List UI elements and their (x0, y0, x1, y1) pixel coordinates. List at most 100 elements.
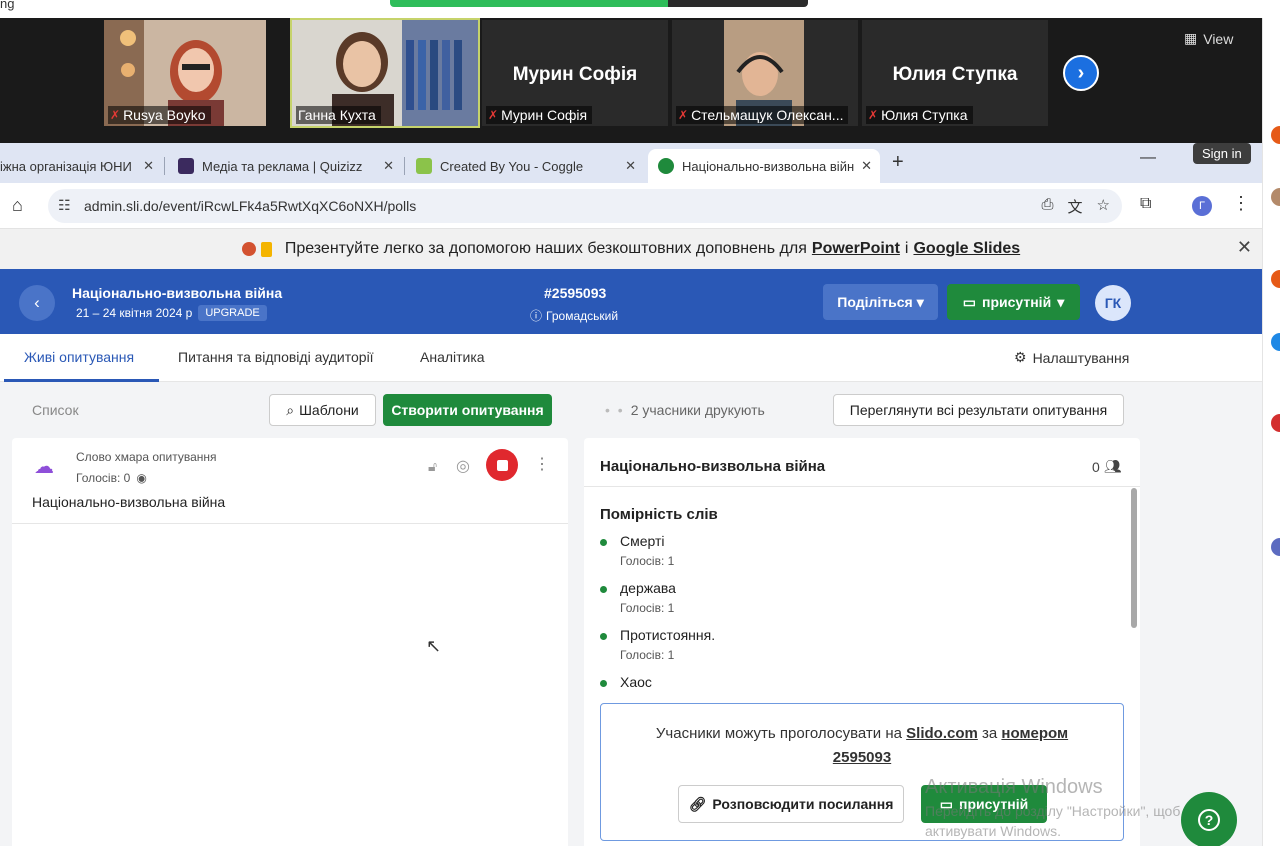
poll-type: Слово хмара опитування (76, 450, 217, 464)
search-icon: ⌕ (286, 401, 295, 418)
show-results-eye-icon[interactable]: ◎ (456, 456, 470, 476)
edge-indicator (1271, 333, 1280, 351)
word-frequency-heading: Помірність слів (600, 506, 718, 523)
cast-icon[interactable]: ⎙ (1042, 196, 1054, 217)
share-link-label: Розповсюдити посилання (712, 796, 894, 812)
edge-indicator (1271, 126, 1280, 144)
word-text: держава (620, 580, 676, 596)
google-slides-link[interactable]: Google Slides (913, 240, 1020, 258)
poll-item[interactable]: ☁ Слово хмара опитування Голосів: 0 ◉ На… (12, 438, 568, 524)
event-title: Національно-визвольна війна (72, 285, 283, 301)
votes-text: Голосів: 0 (76, 471, 131, 485)
chevron-left-icon: ‹ (34, 293, 40, 312)
event-header: ‹ Національно-визвольна війна 21 – 24 кв… (0, 269, 1262, 334)
people-icon: 👥︎ (1103, 458, 1122, 474)
tab-separator (404, 157, 405, 175)
bullet-dot (600, 586, 607, 593)
windows-activation-subtext: Перейдіть до розділу "Настройки", щоб ак… (925, 803, 1181, 839)
site-settings-icon[interactable]: ☷ (58, 197, 71, 214)
back-button[interactable]: ‹ (19, 285, 55, 321)
typing-text: 2 учасники друкують (630, 402, 765, 418)
eye-icon: ◉ (136, 471, 147, 485)
translate-icon[interactable]: 文 (1068, 196, 1083, 217)
grid-icon: ▦ (1184, 30, 1198, 46)
tab-analytics[interactable]: Аналітика (420, 349, 485, 365)
participant-tile[interactable]: Юлия Ступка ✗ Юлия Ступка (862, 20, 1048, 126)
gallery-next-button[interactable]: › (1063, 55, 1099, 91)
browser-menu-icon[interactable]: ⋮ (1232, 193, 1250, 214)
link-icon: 🔗︎ (688, 795, 707, 812)
share-button[interactable]: Поділіться ▾ (823, 284, 938, 320)
participant-tile[interactable]: ✗ Стельмащук Олексан... (672, 20, 858, 126)
help-button[interactable]: ? (1181, 792, 1237, 846)
stop-poll-button[interactable] (486, 449, 518, 481)
gear-icon: ⚙ (1014, 349, 1027, 365)
profile-avatar[interactable]: Г (1192, 196, 1212, 216)
slido-link[interactable]: Slido.com (906, 725, 978, 742)
join-prefix: Учасники можуть проголосувати на (655, 725, 902, 742)
edge-indicator (1271, 270, 1280, 288)
bookmark-star-icon[interactable]: ☆ (1097, 196, 1110, 217)
browser-tab-active[interactable]: Національно-визвольна війн ✕ (648, 149, 880, 183)
close-icon[interactable]: ✕ (1237, 237, 1252, 258)
view-label: View (1203, 30, 1234, 47)
participant-tile[interactable]: ✗ Rusya Boyko (104, 20, 266, 126)
share-link-button[interactable]: 🔗︎ Розповсюдити посилання (678, 785, 904, 823)
close-icon[interactable]: ✕ (861, 158, 872, 174)
coggle-icon (416, 158, 432, 174)
templates-button[interactable]: ⌕ Шаблони (269, 394, 376, 426)
participant-tile[interactable]: Мурин Софія ✗ Мурин Софія (482, 20, 668, 126)
browser-tab[interactable]: іжна організація ЮНИ ✕ (0, 149, 162, 183)
minimize-icon[interactable]: — (1140, 149, 1156, 167)
word-votes: Голосів: 1 (620, 554, 675, 568)
address-bar[interactable]: ☷ admin.sli.do/event/iRcwLFk4a5RwtXqXC6o… (48, 189, 1122, 223)
word-item: Смерті Голосів: 1 (600, 533, 1120, 580)
omnibox-icons: ⎙ 文 ☆ (1042, 196, 1110, 217)
tab-qa[interactable]: Питання та відповіді аудиторії (178, 349, 374, 365)
more-options-icon[interactable]: ⋮ (534, 454, 550, 474)
extensions-icon[interactable]: ⧉ (1140, 195, 1151, 213)
settings-button[interactable]: ⚙ Налаштування (1014, 349, 1129, 366)
user-avatar[interactable]: ГК (1095, 285, 1131, 321)
participants-count: 0 👥︎ (1092, 458, 1122, 475)
powerpoint-link[interactable]: PowerPoint (812, 240, 900, 258)
participant-display-name: Мурин Софія (512, 64, 638, 85)
top-strip: ng (0, 0, 1280, 18)
mouse-cursor-icon: ↖ (426, 636, 442, 656)
participant-tile-active-speaker[interactable]: Ганна Кухта (290, 18, 480, 128)
results-scrollbar[interactable] (1131, 488, 1137, 628)
caret-down-icon: ▾ (916, 293, 924, 310)
browser-tab[interactable]: Created By You - Coggle ✕ (406, 149, 644, 183)
create-poll-button[interactable]: Створити опитування (383, 394, 552, 426)
word-votes: Голосів: 1 (620, 648, 675, 662)
word-votes: Голосів: 1 (620, 601, 675, 615)
close-icon[interactable]: ✕ (625, 158, 636, 174)
event-dates: 21 – 24 квітня 2024 р UPGRADE (76, 305, 267, 321)
slido-icon (658, 158, 674, 174)
participant-name-tag: ✗ Мурин Софія (486, 106, 593, 124)
lock-icon[interactable]: 🔓︎ (428, 458, 437, 475)
present-button[interactable]: ▭ присутній ▾ (947, 284, 1080, 320)
powerpoint-icon (241, 242, 256, 256)
participant-name: Юлия Ступка (881, 107, 968, 123)
poll-votes: Голосів: 0 ◉ (76, 471, 147, 485)
join-number: 2595093 (832, 749, 892, 766)
view-button[interactable]: ▦ View (1184, 30, 1233, 47)
word-item: Хаос (600, 674, 1120, 689)
participants-count-value: 0 (1092, 458, 1100, 475)
home-icon[interactable]: ⌂ (12, 195, 23, 216)
typing-indicator: • • 2 учасники друкують (605, 402, 765, 418)
browser-tab[interactable]: Медіа та реклама | Quizizz ✕ (168, 149, 402, 183)
tab-label: Національно-визвольна війн (682, 158, 855, 174)
edge-indicator (1271, 414, 1280, 432)
close-icon[interactable]: ✕ (143, 158, 154, 174)
tab-live-polls[interactable]: Живі опитування (24, 349, 134, 365)
close-icon[interactable]: ✕ (383, 158, 394, 174)
view-all-results-button[interactable]: Переглянути всі результати опитування (833, 394, 1124, 426)
new-tab-plus-icon[interactable]: + (892, 151, 904, 174)
upgrade-badge[interactable]: UPGRADE (198, 305, 267, 321)
mic-muted-icon: ✗ (488, 108, 499, 122)
word-cloud-icon: ☁ (34, 456, 54, 478)
templates-label: Шаблони (299, 402, 359, 418)
meeting-status-bar (390, 0, 668, 7)
